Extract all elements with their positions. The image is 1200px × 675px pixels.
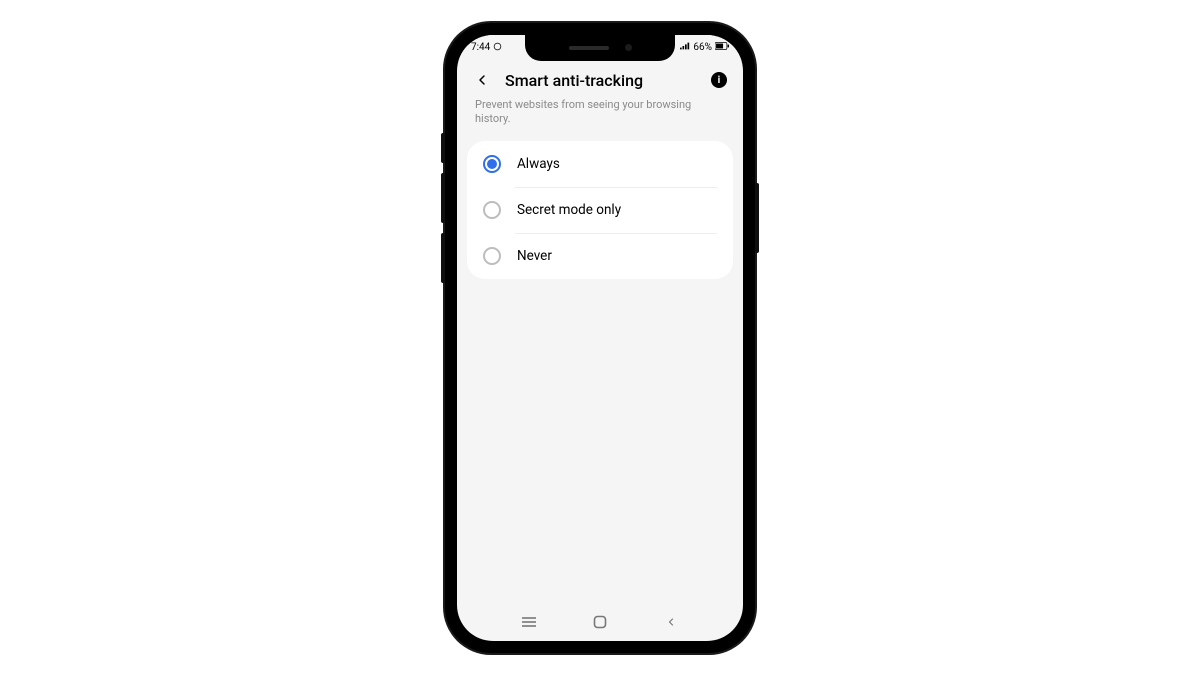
status-time: 7:44 <box>471 42 490 53</box>
radio-icon <box>483 155 501 173</box>
option-always[interactable]: Always <box>467 141 733 187</box>
nav-home-button[interactable] <box>589 611 611 633</box>
back-button[interactable] <box>473 71 491 89</box>
page-description: Prevent websites from seeing your browsi… <box>457 96 743 142</box>
battery-icon <box>715 42 729 53</box>
android-nav-bar <box>457 607 743 641</box>
status-indicator-icon <box>493 42 502 54</box>
radio-icon <box>483 201 501 219</box>
page-header: Smart anti-tracking i <box>457 61 743 96</box>
phone-mute-switch <box>441 133 445 163</box>
notch <box>525 35 675 61</box>
phone-volume-up <box>441 173 445 223</box>
screen: 7:44 66% Smart anti-tracking i <box>457 35 743 641</box>
options-list: Always Secret mode only Never <box>467 141 733 279</box>
option-label: Never <box>517 248 552 264</box>
nav-recent-button[interactable] <box>518 611 540 633</box>
battery-percent: 66% <box>693 42 712 53</box>
option-secret-mode-only[interactable]: Secret mode only <box>467 187 733 233</box>
nav-back-button[interactable] <box>660 611 682 633</box>
phone-frame: 7:44 66% Smart anti-tracking i <box>445 23 755 653</box>
option-never[interactable]: Never <box>467 233 733 279</box>
option-label: Always <box>517 156 560 172</box>
info-button[interactable]: i <box>711 72 727 88</box>
signal-icon <box>680 42 690 53</box>
page-title: Smart anti-tracking <box>505 71 697 90</box>
phone-volume-down <box>441 233 445 283</box>
radio-icon <box>483 247 501 265</box>
phone-power-button <box>755 183 759 253</box>
option-label: Secret mode only <box>517 202 621 218</box>
